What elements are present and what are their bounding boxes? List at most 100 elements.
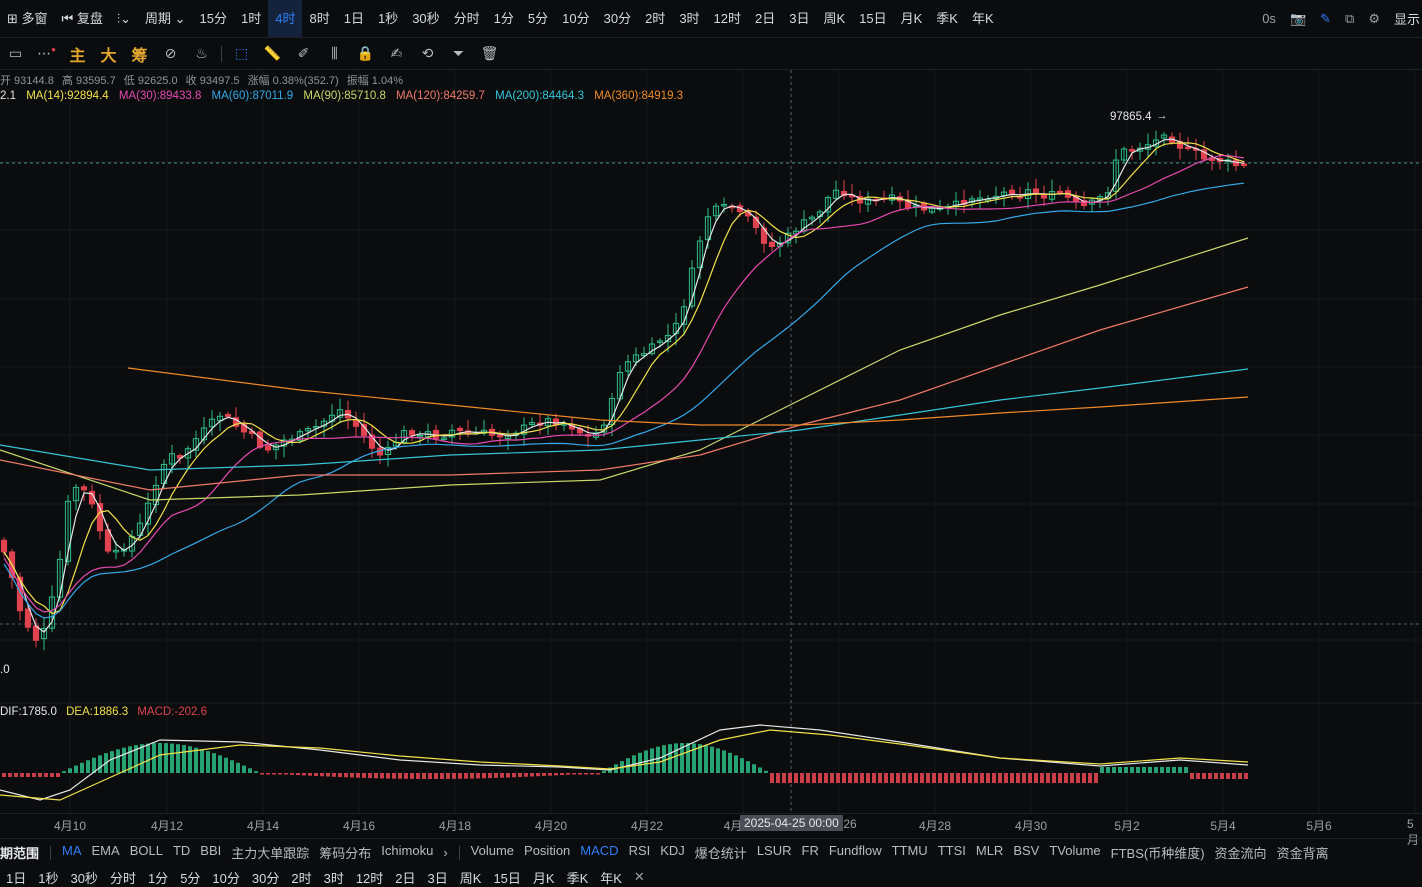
sub-indicator-4[interactable]: KDJ bbox=[655, 843, 690, 862]
sub-indicator-2[interactable]: MACD bbox=[575, 843, 623, 862]
bottom-period-15[interactable]: 月K bbox=[527, 868, 561, 887]
period-3日[interactable]: 3日 bbox=[782, 0, 816, 37]
flame-icon[interactable]: ♨ bbox=[186, 45, 217, 62]
close-icon[interactable]: ✕ bbox=[628, 869, 651, 885]
bottom-period-12[interactable]: 3日 bbox=[422, 868, 454, 887]
period-30秒[interactable]: 30秒 bbox=[405, 0, 446, 37]
sub-indicator-11[interactable]: MLR bbox=[971, 843, 1008, 862]
settings-icon[interactable]: ⚙ bbox=[1368, 11, 1380, 27]
x-tick-label: 4月14 bbox=[246, 819, 280, 833]
period-2日[interactable]: 2日 bbox=[748, 0, 782, 37]
period-10分[interactable]: 10分 bbox=[555, 0, 596, 37]
bottom-period-9[interactable]: 3时 bbox=[318, 868, 350, 887]
brush-icon[interactable]: ✐ bbox=[288, 45, 319, 62]
bottom-period-8[interactable]: 2时 bbox=[285, 868, 317, 887]
main-indicator-6[interactable]: 筹码分布 bbox=[314, 843, 376, 862]
period-2时[interactable]: 2时 bbox=[638, 0, 672, 37]
camera-icon[interactable]: 📷 bbox=[1290, 11, 1306, 27]
sub-indicator-12[interactable]: BSV bbox=[1008, 843, 1044, 862]
magnet-icon[interactable]: ⟲ bbox=[412, 45, 443, 62]
sub-indicator-0[interactable]: Volume bbox=[466, 843, 519, 862]
indicator-toggle-0[interactable]: 主 bbox=[62, 42, 93, 66]
period-1时[interactable]: 1时 bbox=[234, 0, 268, 37]
period-12时[interactable]: 12时 bbox=[707, 0, 748, 37]
filter-icon[interactable]: ⏷ bbox=[443, 45, 474, 62]
bottom-period-2[interactable]: 30秒 bbox=[64, 868, 103, 887]
multi-window-button[interactable]: ⊞ 多窗 bbox=[0, 0, 55, 37]
bottom-period-7[interactable]: 30分 bbox=[246, 868, 285, 887]
sub-indicator-6[interactable]: LSUR bbox=[752, 843, 797, 862]
chart-type-icon[interactable]: ⫶⌄ bbox=[110, 0, 138, 37]
main-indicator-3[interactable]: TD bbox=[168, 843, 195, 862]
bottom-period-16[interactable]: 季K bbox=[561, 868, 595, 887]
period-5分[interactable]: 5分 bbox=[521, 0, 555, 37]
period-1分[interactable]: 1分 bbox=[487, 0, 521, 37]
popout-icon[interactable]: ⧉ bbox=[1345, 11, 1354, 27]
period-月K[interactable]: 月K bbox=[894, 0, 930, 37]
period-8时[interactable]: 8时 bbox=[302, 0, 336, 37]
trash-icon[interactable]: 🗑 bbox=[474, 45, 505, 62]
period-30分[interactable]: 30分 bbox=[597, 0, 638, 37]
period-15分[interactable]: 15分 bbox=[193, 0, 234, 37]
sub-indicator-16[interactable]: 资金背离 bbox=[1272, 843, 1334, 862]
main-indicator-0[interactable]: MA bbox=[57, 843, 87, 862]
window-icon[interactable]: ▭ bbox=[0, 45, 31, 62]
bottom-period-3[interactable]: 分时 bbox=[104, 868, 142, 887]
display-button[interactable]: 显示 bbox=[1394, 9, 1420, 28]
period-15日[interactable]: 15日 bbox=[852, 0, 893, 37]
more-indicators-button[interactable]: › bbox=[438, 845, 452, 860]
sub-indicator-5[interactable]: 爆仓统计 bbox=[690, 843, 752, 862]
bottom-period-6[interactable]: 10分 bbox=[206, 868, 245, 887]
bottom-period-0[interactable]: 1日 bbox=[0, 868, 32, 887]
macd-histogram-bar bbox=[326, 773, 330, 777]
indicator-toggle-2[interactable]: 筹 bbox=[124, 42, 155, 66]
main-indicator-2[interactable]: BOLL bbox=[125, 843, 168, 862]
ruler-icon[interactable]: 📏 bbox=[257, 45, 288, 62]
more-icon[interactable]: ⋯● bbox=[31, 45, 62, 62]
sub-indicator-15[interactable]: 资金流向 bbox=[1210, 843, 1272, 862]
bottom-period-14[interactable]: 15日 bbox=[487, 868, 526, 887]
sub-indicator-10[interactable]: TTSI bbox=[933, 843, 971, 862]
sub-indicator-14[interactable]: FTBS(币种维度) bbox=[1106, 843, 1210, 862]
range-label[interactable]: 期范围 bbox=[0, 843, 44, 862]
bottom-period-1[interactable]: 1秒 bbox=[32, 868, 64, 887]
period-周K[interactable]: 周K bbox=[816, 0, 852, 37]
period-季K[interactable]: 季K bbox=[929, 0, 965, 37]
main-indicator-4[interactable]: BBI bbox=[195, 843, 226, 862]
main-indicator-1[interactable]: EMA bbox=[87, 843, 125, 862]
period-1日[interactable]: 1日 bbox=[337, 0, 371, 37]
replay-button[interactable]: ⏮ 复盘 bbox=[55, 0, 110, 37]
cursor-icon[interactable]: ⬚ bbox=[226, 45, 257, 62]
period-menu-button[interactable]: 周期 ⌄ bbox=[138, 0, 193, 37]
macd-histogram-bar bbox=[1124, 767, 1128, 773]
bottom-period-5[interactable]: 5分 bbox=[174, 868, 206, 887]
period-4时[interactable]: 4时 bbox=[268, 0, 303, 37]
indicator-toggle-1[interactable]: 大 bbox=[93, 42, 124, 66]
period-1秒[interactable]: 1秒 bbox=[371, 0, 405, 37]
period-年K[interactable]: 年K bbox=[965, 0, 1001, 37]
sub-indicator-8[interactable]: Fundflow bbox=[824, 843, 887, 862]
sub-indicator-13[interactable]: TVolume bbox=[1044, 843, 1105, 862]
price-chart[interactable] bbox=[0, 70, 1422, 813]
bottom-period-13[interactable]: 周K bbox=[454, 868, 488, 887]
main-indicator-7[interactable]: Ichimoku bbox=[376, 843, 438, 862]
measure-icon[interactable]: ⫼ bbox=[319, 45, 350, 62]
bottom-period-4[interactable]: 1分 bbox=[142, 868, 174, 887]
period-分时[interactable]: 分时 bbox=[447, 0, 487, 37]
macd-histogram-bar bbox=[236, 762, 240, 773]
note-icon[interactable]: ✍ bbox=[381, 45, 412, 62]
main-indicator-5[interactable]: 主力大单跟踪 bbox=[226, 843, 314, 862]
sub-indicator-7[interactable]: FR bbox=[797, 843, 824, 862]
bottom-period-17[interactable]: 年K bbox=[594, 868, 628, 887]
bottom-period-10[interactable]: 12时 bbox=[350, 868, 389, 887]
sub-indicator-1[interactable]: Position bbox=[519, 843, 575, 862]
macd-histogram-bar bbox=[518, 773, 522, 778]
sub-indicator-9[interactable]: TTMU bbox=[887, 843, 933, 862]
macd-histogram-bar bbox=[368, 773, 372, 779]
sub-indicator-3[interactable]: RSI bbox=[624, 843, 656, 862]
period-3时[interactable]: 3时 bbox=[672, 0, 706, 37]
lock-icon[interactable]: 🔒 bbox=[350, 45, 381, 62]
overlay-icon[interactable]: ⊘ bbox=[155, 45, 186, 62]
bottom-period-11[interactable]: 2日 bbox=[389, 868, 421, 887]
pen-icon[interactable]: ✎ bbox=[1320, 11, 1331, 27]
